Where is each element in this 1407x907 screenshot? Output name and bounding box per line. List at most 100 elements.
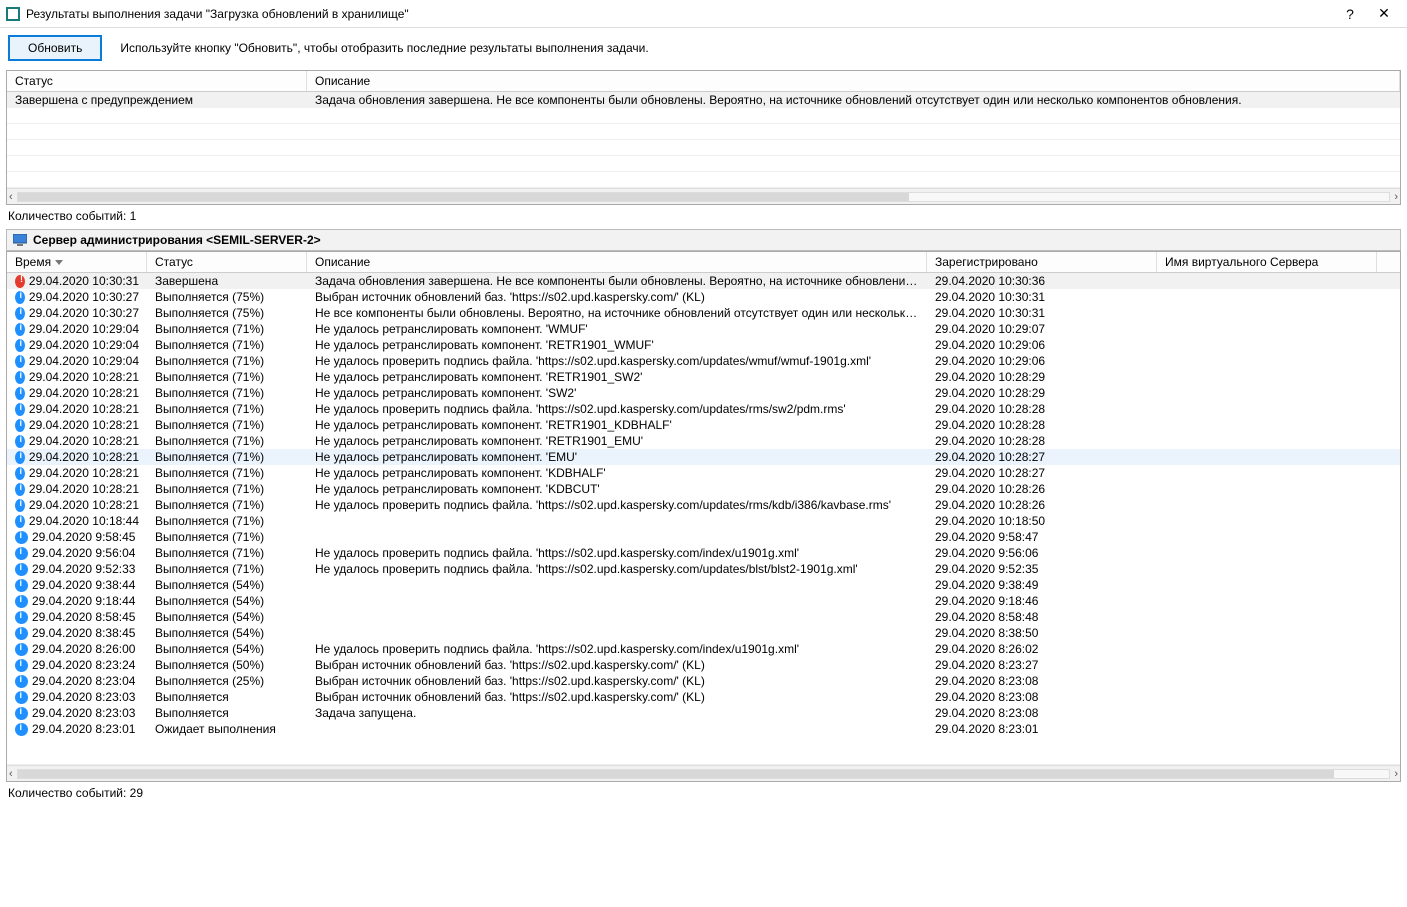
cell-time: 29.04.2020 8:23:04 xyxy=(7,673,147,689)
empty-row xyxy=(7,108,1400,124)
cell-registered: 29.04.2020 8:23:08 xyxy=(927,705,1157,721)
cell-time: 29.04.2020 10:29:04 xyxy=(7,353,147,369)
table-row[interactable]: 29.04.2020 8:23:03ВыполняетсяЗадача запу… xyxy=(7,705,1400,721)
cell-status: Выполняется xyxy=(147,705,307,721)
cell-time: 29.04.2020 10:28:21 xyxy=(7,369,147,385)
table-row[interactable]: 29.04.2020 10:18:44Выполняется (71%)29.0… xyxy=(7,513,1400,529)
refresh-button[interactable]: Обновить xyxy=(8,35,102,61)
scroll-right-icon[interactable]: › xyxy=(1394,768,1398,780)
table-row[interactable]: 29.04.2020 9:38:44Выполняется (54%)29.04… xyxy=(7,577,1400,593)
info-icon xyxy=(15,723,28,736)
cell-vserver xyxy=(1157,328,1377,330)
table-row[interactable]: 29.04.2020 10:28:21Выполняется (71%)Не у… xyxy=(7,385,1400,401)
table-row[interactable]: 29.04.2020 10:28:21Выполняется (71%)Не у… xyxy=(7,449,1400,465)
table-row[interactable]: Завершена с предупреждениемЗадача обновл… xyxy=(7,92,1400,108)
table-row[interactable]: 29.04.2020 10:28:21Выполняется (71%)Не у… xyxy=(7,481,1400,497)
cell-time: 29.04.2020 10:29:04 xyxy=(7,321,147,337)
summary-hscroll[interactable]: ‹ › xyxy=(7,188,1400,204)
scroll-left-icon[interactable]: ‹ xyxy=(9,191,13,203)
table-row[interactable]: 29.04.2020 9:56:04Выполняется (71%)Не уд… xyxy=(7,545,1400,561)
info-icon xyxy=(15,643,28,656)
cell-registered: 29.04.2020 10:28:29 xyxy=(927,385,1157,401)
cell-status: Выполняется (71%) xyxy=(147,513,307,529)
table-row[interactable]: 29.04.2020 10:28:21Выполняется (71%)Не у… xyxy=(7,417,1400,433)
col-status2[interactable]: Статус xyxy=(147,252,307,272)
cell-vserver xyxy=(1157,296,1377,298)
info-icon xyxy=(15,675,28,688)
summary-grid-body: Завершена с предупреждениемЗадача обновл… xyxy=(7,92,1400,188)
cell-time: 29.04.2020 10:28:21 xyxy=(7,385,147,401)
cell-vserver xyxy=(1157,568,1377,570)
table-row[interactable]: 29.04.2020 10:29:04Выполняется (71%)Не у… xyxy=(7,337,1400,353)
cell-registered: 29.04.2020 8:58:48 xyxy=(927,609,1157,625)
cell-status: Выполняется (71%) xyxy=(147,401,307,417)
cell-status: Выполняется (71%) xyxy=(147,497,307,513)
table-row[interactable]: 29.04.2020 9:58:45Выполняется (71%)29.04… xyxy=(7,529,1400,545)
cell-registered: 29.04.2020 9:38:49 xyxy=(927,577,1157,593)
table-row[interactable]: 29.04.2020 10:28:21Выполняется (71%)Не у… xyxy=(7,465,1400,481)
cell-status: Завершена xyxy=(147,273,307,289)
table-row[interactable]: 29.04.2020 8:23:03ВыполняетсяВыбран исто… xyxy=(7,689,1400,705)
table-row[interactable]: 29.04.2020 10:29:04Выполняется (71%)Не у… xyxy=(7,321,1400,337)
table-row[interactable]: 29.04.2020 9:18:44Выполняется (54%)29.04… xyxy=(7,593,1400,609)
scroll-track[interactable] xyxy=(17,769,1391,779)
events-hscroll[interactable]: ‹ › xyxy=(7,765,1400,781)
scroll-left-icon[interactable]: ‹ xyxy=(9,768,13,780)
table-row[interactable]: 29.04.2020 8:23:01Ожидает выполнения29.0… xyxy=(7,721,1400,737)
table-row[interactable]: 29.04.2020 10:30:31ЗавершенаЗадача обнов… xyxy=(7,273,1400,289)
col-description2[interactable]: Описание xyxy=(307,252,927,272)
server-section-header[interactable]: Сервер администрирования <SEMIL-SERVER-2… xyxy=(6,229,1401,251)
col-vserver[interactable]: Имя виртуального Сервера xyxy=(1157,252,1377,272)
info-icon xyxy=(15,371,25,384)
table-row[interactable]: 29.04.2020 10:29:04Выполняется (71%)Не у… xyxy=(7,353,1400,369)
cell-descr xyxy=(307,536,927,538)
cell-registered: 29.04.2020 9:52:35 xyxy=(927,561,1157,577)
col-description[interactable]: Описание xyxy=(307,71,1400,91)
table-row[interactable]: 29.04.2020 10:28:21Выполняется (71%)Не у… xyxy=(7,433,1400,449)
table-row[interactable]: 29.04.2020 8:38:45Выполняется (54%)29.04… xyxy=(7,625,1400,641)
col-time[interactable]: Время xyxy=(7,252,147,272)
table-row[interactable]: 29.04.2020 9:52:33Выполняется (71%)Не уд… xyxy=(7,561,1400,577)
table-row[interactable]: 29.04.2020 10:28:21Выполняется (71%)Не у… xyxy=(7,369,1400,385)
col-status[interactable]: Статус xyxy=(7,71,307,91)
cell-status: Выполняется (54%) xyxy=(147,577,307,593)
cell-time: 29.04.2020 10:28:21 xyxy=(7,481,147,497)
cell-status: Выполняется (71%) xyxy=(147,337,307,353)
app-icon xyxy=(6,7,20,21)
cell-descr: Выбран источник обновлений баз. 'https:/… xyxy=(307,657,927,673)
table-row[interactable]: 29.04.2020 10:28:21Выполняется (71%)Не у… xyxy=(7,401,1400,417)
cell-time: 29.04.2020 8:23:03 xyxy=(7,689,147,705)
cell-registered: 29.04.2020 8:23:08 xyxy=(927,689,1157,705)
cell-vserver xyxy=(1157,392,1377,394)
table-row[interactable]: 29.04.2020 10:30:27Выполняется (75%)Выбр… xyxy=(7,289,1400,305)
monitor-icon xyxy=(13,234,27,246)
cell-vserver xyxy=(1157,520,1377,522)
cell-registered: 29.04.2020 10:28:26 xyxy=(927,497,1157,513)
table-row[interactable]: 29.04.2020 8:26:00Выполняется (54%)Не уд… xyxy=(7,641,1400,657)
cell-time: 29.04.2020 10:28:21 xyxy=(7,417,147,433)
cell-registered: 29.04.2020 10:28:29 xyxy=(927,369,1157,385)
table-row[interactable]: 29.04.2020 8:58:45Выполняется (54%)29.04… xyxy=(7,609,1400,625)
cell-status: Выполняется (71%) xyxy=(147,369,307,385)
cell-registered: 29.04.2020 10:28:28 xyxy=(927,433,1157,449)
cell-registered: 29.04.2020 8:23:01 xyxy=(927,721,1157,737)
table-row[interactable]: 29.04.2020 8:23:04Выполняется (25%)Выбра… xyxy=(7,673,1400,689)
cell-time: 29.04.2020 8:23:01 xyxy=(7,721,147,737)
info-icon xyxy=(15,387,25,400)
cell-descr xyxy=(307,584,927,586)
cell-status: Выполняется (71%) xyxy=(147,465,307,481)
close-button[interactable]: ✕ xyxy=(1367,3,1401,25)
cell-vserver xyxy=(1157,472,1377,474)
scroll-thumb[interactable] xyxy=(18,193,910,201)
table-row[interactable]: 29.04.2020 10:30:27Выполняется (75%)Не в… xyxy=(7,305,1400,321)
cell-descr: Выбран источник обновлений баз. 'https:/… xyxy=(307,289,927,305)
scroll-track[interactable] xyxy=(17,192,1391,202)
col-registered[interactable]: Зарегистрировано xyxy=(927,252,1157,272)
table-row[interactable]: 29.04.2020 8:23:24Выполняется (50%)Выбра… xyxy=(7,657,1400,673)
scroll-right-icon[interactable]: › xyxy=(1394,191,1398,203)
cell-time: 29.04.2020 10:30:27 xyxy=(7,305,147,321)
table-row[interactable]: 29.04.2020 10:28:21Выполняется (71%)Не у… xyxy=(7,497,1400,513)
cell-registered: 29.04.2020 9:18:46 xyxy=(927,593,1157,609)
help-button[interactable]: ? xyxy=(1333,3,1367,25)
scroll-thumb[interactable] xyxy=(18,770,1335,778)
